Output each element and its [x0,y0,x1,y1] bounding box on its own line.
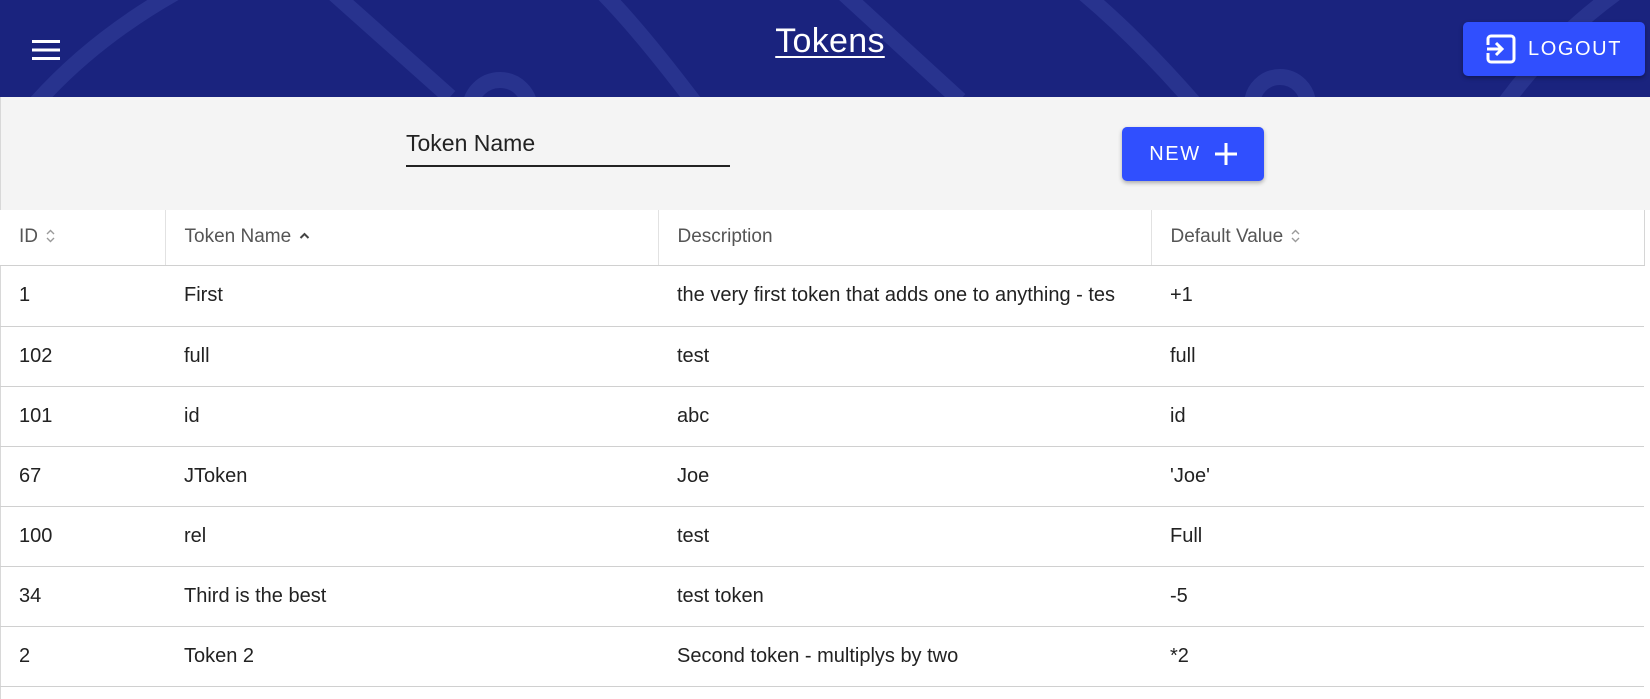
logout-label: LOGOUT [1527,37,1623,60]
cell-token-name: JToken [165,446,658,507]
column-header-label: Token Name [184,226,292,248]
cell-default-value: id [1151,386,1644,447]
token-name-search-input[interactable] [406,125,730,167]
app-header: Tokens LOGOUT [0,0,1650,97]
tokens-table: ID Token Name Description Default Value [0,210,1645,687]
column-header-label: Default Value [1170,226,1284,248]
table-row[interactable]: 101 id abc id [0,386,1644,447]
page-title[interactable]: Tokens [0,22,1650,61]
column-header-token-name[interactable]: Token Name [165,210,659,266]
cell-description: Joe [658,446,1151,507]
cell-token-name: rel [165,506,658,567]
cell-default-value: Full [1151,506,1644,567]
cell-token-name: First [165,265,658,327]
new-label: NEW [1149,142,1201,165]
cell-id: 2 [0,626,165,687]
logout-button[interactable]: LOGOUT [1463,22,1645,76]
cell-token-name: Token 2 [165,626,658,687]
cell-id: 34 [0,566,165,627]
column-header-label: ID [19,226,38,248]
cell-id: 102 [0,326,165,387]
cell-description: Second token - multiplys by two [658,626,1151,687]
cell-id: 100 [0,506,165,567]
column-header-label: Description [677,226,773,248]
column-header-id[interactable]: ID [0,210,166,266]
cell-token-name: Third is the best [165,566,658,627]
sort-icon [1291,229,1300,243]
cell-id: 67 [0,446,165,507]
cell-default-value: -5 [1151,566,1644,627]
cell-default-value: *2 [1151,626,1644,687]
cell-default-value: full [1151,326,1644,387]
cell-id: 101 [0,386,165,447]
cell-description: test token [658,566,1151,627]
table-row[interactable]: 102 full test full [0,326,1644,387]
sort-ascending-icon [300,232,310,239]
cell-description: abc [658,386,1151,447]
cell-token-name: id [165,386,658,447]
cell-description: test [658,326,1151,387]
table-header-row: ID Token Name Description Default Value [0,210,1645,266]
table-row[interactable]: 2 Token 2 Second token - multiplys by tw… [0,626,1644,687]
cell-id: 1 [0,265,165,327]
column-header-default-value[interactable]: Default Value [1151,210,1645,266]
table-row[interactable]: 100 rel test Full [0,506,1644,567]
table-row[interactable]: 67 JToken Joe 'Joe' [0,446,1644,507]
cell-default-value: 'Joe' [1151,446,1644,507]
filter-bar: NEW [0,97,1650,210]
column-header-description: Description [658,210,1152,266]
plus-icon [1214,143,1237,165]
logout-icon [1485,34,1516,64]
cell-description: test [658,506,1151,567]
table-row[interactable]: 1 First the very first token that adds o… [0,265,1644,327]
sort-icon [46,229,55,243]
table-row[interactable]: 34 Third is the best test token -5 [0,566,1644,627]
cell-default-value: +1 [1151,265,1644,327]
new-token-button[interactable]: NEW [1122,127,1264,181]
cell-description: the very first token that adds one to an… [658,265,1151,327]
cell-token-name: full [165,326,658,387]
